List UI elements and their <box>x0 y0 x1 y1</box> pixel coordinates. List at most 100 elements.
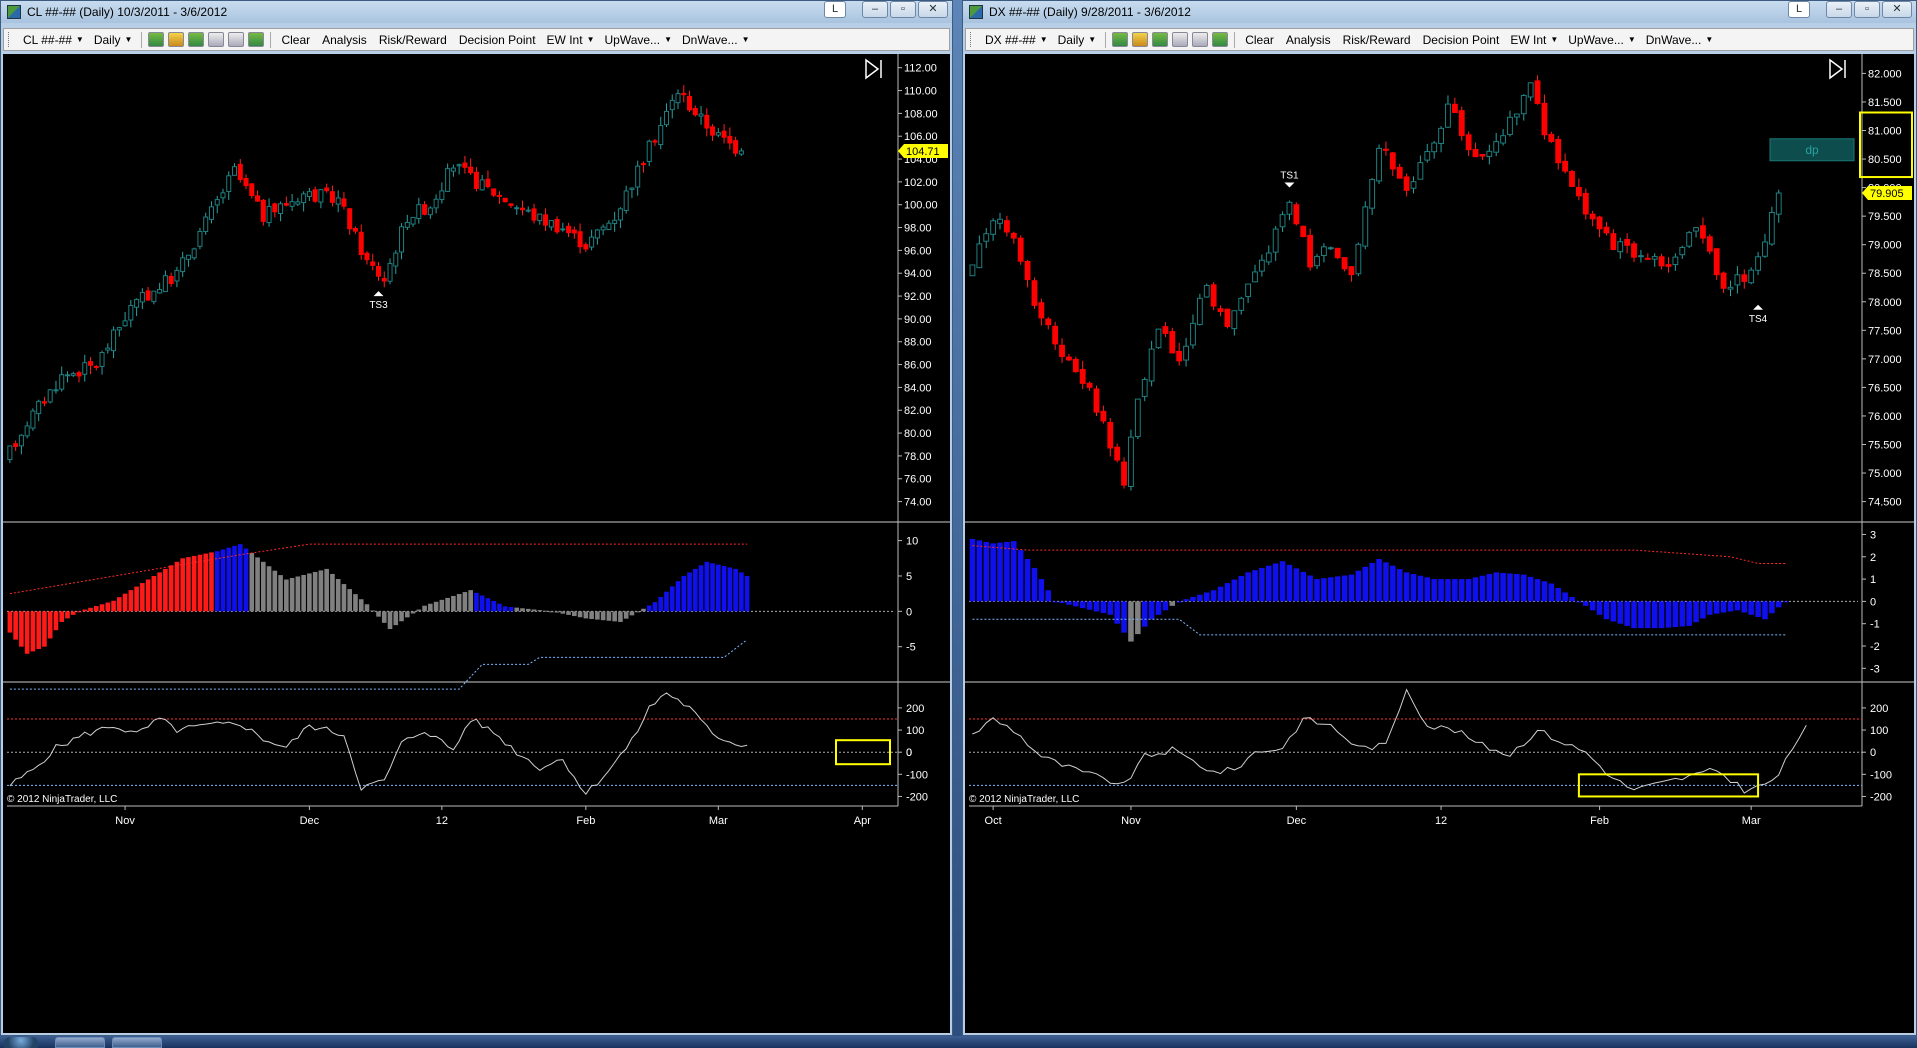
layout-button[interactable]: L <box>824 1 846 18</box>
candle-body <box>704 114 710 129</box>
osc1-bar <box>1548 583 1555 602</box>
draw-icon[interactable] <box>188 32 205 47</box>
toolbar-grip[interactable] <box>970 32 974 47</box>
candle-body <box>543 214 549 226</box>
candle-body <box>422 204 428 215</box>
pencil-icon[interactable] <box>168 32 185 47</box>
candle-body <box>1755 256 1761 271</box>
risk-reward-button[interactable]: Risk/Reward <box>1337 33 1417 47</box>
dollar-icon[interactable] <box>1212 32 1229 47</box>
osc1-bar <box>30 611 36 652</box>
price-tick-label: 80.500 <box>1868 154 1902 166</box>
close-button[interactable]: ✕ <box>1882 1 1912 18</box>
ew-int-dropdown[interactable]: EW Int ▼ <box>542 33 600 47</box>
dollar-icon[interactable] <box>248 32 265 47</box>
decision-point-button[interactable]: Decision Point <box>1417 33 1506 47</box>
candle-body <box>18 434 24 447</box>
candle-body <box>266 205 272 224</box>
osc1-bar <box>652 602 658 612</box>
chart-window-cl[interactable]: CL ##-## (Daily) 10/3/2011 - 3/6/2012 L … <box>0 0 953 1036</box>
date-tick-label: 12 <box>436 815 448 827</box>
titlebar[interactable]: CL ##-## (Daily) 10/3/2011 - 3/6/2012 L … <box>1 1 952 23</box>
osc1-bar <box>191 555 197 612</box>
osc1-bar <box>618 611 623 622</box>
osc1-bar <box>1334 576 1341 602</box>
instrument-dropdown[interactable]: CL ##-## ▼ <box>18 33 89 47</box>
candle-body <box>491 188 497 196</box>
candle-body <box>139 292 145 303</box>
candle-body <box>1093 388 1100 413</box>
candle-body <box>1768 211 1775 245</box>
zoom-icon[interactable] <box>1172 32 1189 47</box>
candle-body <box>393 252 399 267</box>
osc1-bar <box>318 570 324 612</box>
start-button[interactable] <box>4 1037 38 1048</box>
osc1-bar <box>347 589 353 612</box>
osc1-bar <box>13 611 18 640</box>
chart-svg-dx[interactable]: 82.00081.50081.00080.50080.00079.50079.0… <box>965 54 1914 1033</box>
chart-svg-cl[interactable]: 112.00110.00108.00106.00104.00102.00100.… <box>3 54 950 1033</box>
minimize-button[interactable]: – <box>862 1 888 18</box>
osc1-bar <box>1583 601 1589 606</box>
titlebar[interactable]: DX ##-## (Daily) 9/28/2011 - 3/6/2012 L … <box>963 1 1916 23</box>
chart-window-dx[interactable]: DX ##-## (Daily) 9/28/2011 - 3/6/2012 L … <box>962 0 1917 1036</box>
decision-point-button[interactable]: Decision Point <box>453 33 542 47</box>
ew-int-dropdown[interactable]: EW Int ▼ <box>1505 33 1563 47</box>
clear-button[interactable]: Clear <box>275 33 316 47</box>
analysis-button[interactable]: Analysis <box>1280 33 1337 47</box>
analysis-button[interactable]: Analysis <box>316 33 373 47</box>
instrument-dropdown[interactable]: DX ##-## ▼ <box>980 33 1053 47</box>
candle-body <box>1231 310 1238 330</box>
candle-icon[interactable] <box>148 32 165 47</box>
candle-body <box>1720 272 1727 289</box>
properties-icon[interactable] <box>1192 32 1209 47</box>
osc1-bar <box>1610 601 1617 622</box>
osc1-bar <box>1686 601 1692 626</box>
interval-dropdown[interactable]: Daily ▼ <box>89 33 138 47</box>
osc1-bar <box>24 611 30 654</box>
osc1-bar <box>1624 601 1630 626</box>
restore-button[interactable]: ▫ <box>890 1 916 18</box>
candle-body <box>1486 150 1493 157</box>
osc1-bar <box>1672 601 1679 628</box>
candle-body <box>1596 216 1603 230</box>
osc1-bar <box>508 607 514 612</box>
osc1-bar <box>1238 575 1244 602</box>
osc1-bar <box>1390 565 1396 602</box>
candle-body <box>1183 345 1189 361</box>
osc1-bar <box>1148 601 1155 620</box>
price-tick-label: 92.00 <box>904 291 932 303</box>
candle-body <box>1265 252 1272 263</box>
layout-button[interactable]: L <box>1788 1 1810 18</box>
osc1-bar <box>716 564 721 612</box>
osc1-bar <box>203 553 209 612</box>
close-button[interactable]: ✕ <box>918 1 948 18</box>
draw-icon[interactable] <box>1152 32 1169 47</box>
candle-body <box>623 190 629 211</box>
osc1-bar <box>554 611 560 613</box>
upwave-dropdown[interactable]: UpWave... ▼ <box>599 33 677 47</box>
chart-area[interactable]: 82.00081.50081.00080.50080.00079.50079.0… <box>965 54 1914 1033</box>
osc1-bar <box>416 609 422 612</box>
zoom-icon[interactable] <box>208 32 225 47</box>
taskbar-app-button[interactable] <box>55 1037 105 1048</box>
taskbar-app-button[interactable] <box>112 1037 162 1048</box>
properties-icon[interactable] <box>228 32 245 47</box>
osc1-tick-label: -3 <box>1870 663 1880 675</box>
dnwave-dropdown[interactable]: DnWave... ▼ <box>677 33 755 47</box>
chart-area[interactable]: 112.00 110.00 108.00 106.00 104.00 102.00 100.… <box>3 54 950 1033</box>
risk-reward-button[interactable]: Risk/Reward <box>373 33 453 47</box>
restore-button[interactable]: ▫ <box>1854 1 1880 18</box>
osc1-bar <box>1486 574 1493 602</box>
pencil-icon[interactable] <box>1132 32 1149 47</box>
clear-button[interactable]: Clear <box>1239 33 1280 47</box>
candle-body <box>554 218 560 233</box>
candle-icon[interactable] <box>1112 32 1129 47</box>
minimize-button[interactable]: – <box>1826 1 1852 18</box>
interval-dropdown[interactable]: Daily ▼ <box>1053 33 1102 47</box>
upwave-dropdown[interactable]: UpWave... ▼ <box>1563 33 1641 47</box>
candle-body <box>1203 284 1210 298</box>
osc1-bar <box>658 596 664 612</box>
dnwave-dropdown[interactable]: DnWave... ▼ <box>1641 33 1719 47</box>
toolbar-grip[interactable] <box>8 32 12 47</box>
